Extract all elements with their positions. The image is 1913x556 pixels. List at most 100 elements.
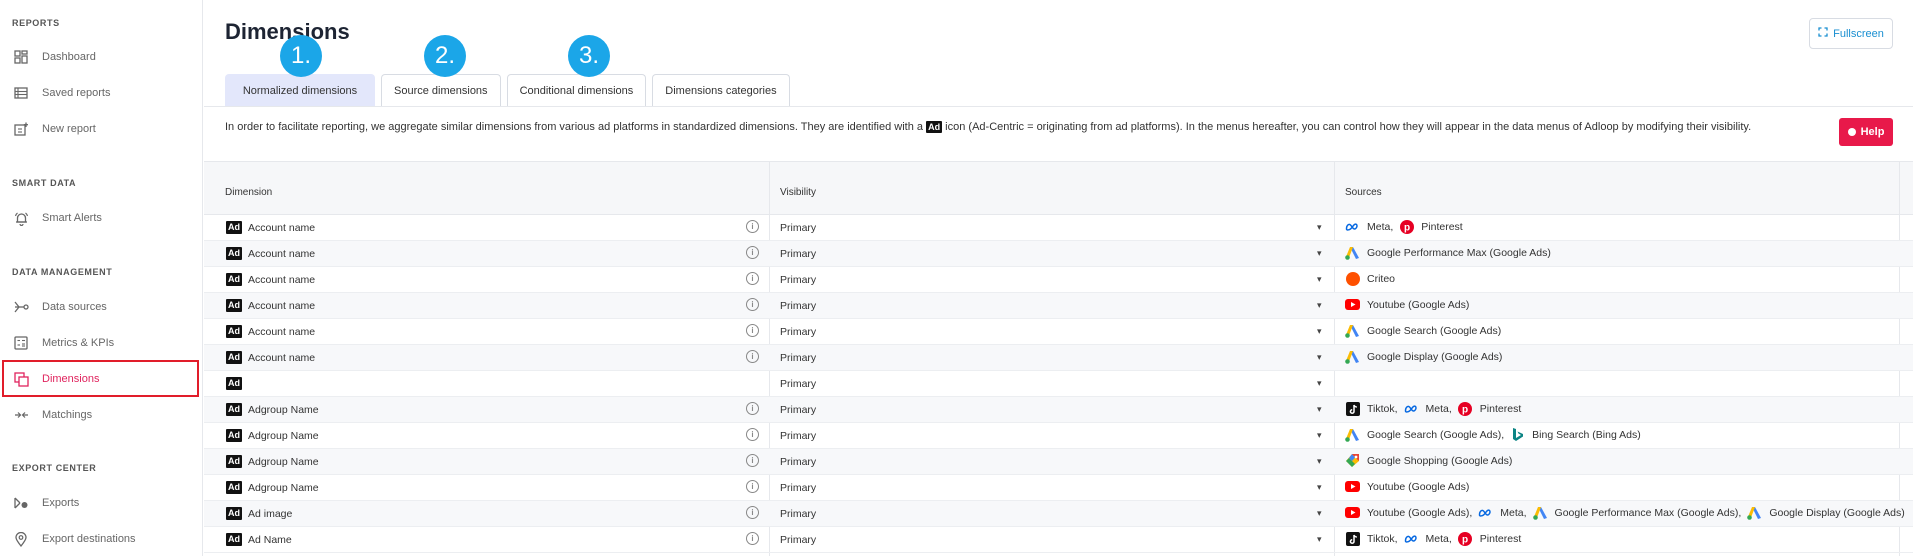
help-button[interactable]: Help (1839, 118, 1893, 146)
chevron-down-icon[interactable]: ▾ (1317, 404, 1322, 415)
visibility-select[interactable]: Primary (780, 404, 816, 416)
chevron-down-icon[interactable]: ▾ (1317, 274, 1322, 285)
source-label: Google Display (Google Ads) (1367, 350, 1503, 363)
sidebar-item-dashboard[interactable]: Dashboard (0, 42, 203, 72)
meta-icon (1478, 505, 1493, 520)
chevron-down-icon[interactable]: ▾ (1317, 456, 1322, 467)
source-item: p Pinterest (1458, 401, 1521, 416)
sidebar-item-label: Matchings (42, 409, 93, 421)
chevron-down-icon[interactable]: ▾ (1317, 300, 1322, 311)
section-title-smart-data: SMART DATA (12, 178, 77, 188)
column-header-sources: Sources (1345, 187, 1382, 198)
table-row: Ad Account name i Primary ▾ Youtube (Google A… (204, 293, 1913, 319)
info-text-after: icon (Ad-Centric = originating from ad p… (945, 121, 1752, 133)
source-label: Google Display (Google Ads) (1769, 506, 1905, 519)
chevron-down-icon[interactable]: ▾ (1317, 430, 1322, 441)
visibility-select[interactable]: Primary (780, 534, 816, 546)
tab-source-dimensions[interactable]: Source dimensions (381, 74, 501, 106)
table-row: Ad Adgroup Name i Primary ▾ Tiktok, Meta, p Pint… (204, 397, 1913, 423)
info-icon[interactable]: i (746, 532, 759, 545)
source-item: Google Display (Google Ads) (1345, 349, 1502, 364)
info-icon[interactable]: i (746, 298, 759, 311)
sources-list: Youtube (Google Ads) (1345, 479, 1475, 494)
visibility-select[interactable]: Primary (780, 430, 816, 442)
tab-dimensions-categories[interactable]: Dimensions categories (652, 74, 790, 106)
sidebar-item-label: Exports (42, 497, 80, 509)
visibility-select[interactable]: Primary (780, 456, 816, 468)
sources-list: Google Display (Google Ads) (1345, 349, 1508, 364)
dimension-name: Ad Name (248, 534, 292, 546)
sidebar-item-label: Smart Alerts (42, 212, 102, 224)
chevron-down-icon[interactable]: ▾ (1317, 248, 1322, 259)
visibility-select[interactable]: Primary (780, 274, 816, 286)
tab-conditional-dimensions[interactable]: Conditional dimensions (506, 74, 647, 106)
sidebar: REPORTS Dashboard Saved reports New repo… (0, 0, 203, 556)
table-row: Ad Adgroup Name i Primary ▾ Google Search (Go… (204, 423, 1913, 449)
source-label: Meta, (1367, 220, 1394, 233)
visibility-select[interactable]: Primary (780, 222, 816, 234)
meta-icon (1404, 531, 1419, 546)
visibility-select[interactable]: Primary (780, 378, 816, 390)
google-ads-icon (1345, 245, 1360, 260)
sidebar-item-matchings[interactable]: Matchings (0, 400, 203, 430)
visibility-select[interactable]: Primary (780, 248, 816, 260)
sources-list: Google Shopping (Google Ads) (1345, 453, 1518, 468)
main-content: Dimensions Fullscreen Normalized dimensi… (204, 0, 1913, 556)
source-item: Meta, (1404, 401, 1452, 416)
tab-normalized-dimensions[interactable]: Normalized dimensions (225, 74, 375, 106)
source-item: Youtube (Google Ads), (1345, 505, 1472, 520)
source-label: Tiktok, (1367, 532, 1398, 545)
info-icon[interactable]: i (746, 246, 759, 259)
sidebar-item-metrics-kpis[interactable]: Metrics & KPIs (0, 328, 203, 358)
calculator-icon (13, 335, 29, 351)
info-text: In order to facilitate reporting, we agg… (225, 119, 1835, 135)
info-icon[interactable]: i (746, 480, 759, 493)
chevron-down-icon[interactable]: ▾ (1317, 222, 1322, 233)
visibility-select[interactable]: Primary (780, 300, 816, 312)
info-icon[interactable]: i (746, 454, 759, 467)
source-label: Google Performance Max (Google Ads), (1554, 506, 1742, 519)
google-ads-icon (1532, 505, 1548, 520)
sidebar-item-exports[interactable]: Exports (0, 488, 203, 518)
table-row: Ad Account name i Primary ▾ Google Performanc… (204, 241, 1913, 267)
sidebar-item-new-report[interactable]: New report (0, 114, 203, 144)
chevron-down-icon[interactable]: ▾ (1317, 352, 1322, 363)
chevron-down-icon[interactable]: ▾ (1317, 508, 1322, 519)
sources-list: Google Search (Google Ads) (1345, 323, 1507, 338)
info-icon[interactable]: i (746, 324, 759, 337)
visibility-select[interactable]: Primary (780, 326, 816, 338)
chevron-down-icon[interactable]: ▾ (1317, 326, 1322, 337)
visibility-select[interactable]: Primary (780, 508, 816, 520)
info-icon[interactable]: i (746, 272, 759, 285)
info-icon[interactable]: i (746, 506, 759, 519)
ad-badge-icon: Ad (226, 377, 242, 390)
section-title-export-center: EXPORT CENTER (12, 463, 97, 473)
info-icon[interactable]: i (746, 220, 759, 233)
info-icon[interactable]: i (746, 428, 759, 441)
column-header-dimension: Dimension (225, 187, 273, 198)
info-icon[interactable]: i (746, 402, 759, 415)
source-label: Bing Search (Bing Ads) (1532, 428, 1641, 441)
sources-list: Tiktok, Meta, p Pinterest (1345, 531, 1527, 546)
sidebar-item-saved-reports[interactable]: Saved reports (0, 78, 203, 108)
sidebar-item-data-sources[interactable]: Data sources (0, 292, 203, 322)
source-label: Pinterest (1421, 220, 1463, 233)
sources-list: Meta, p Pinterest (1345, 219, 1469, 234)
fullscreen-label: Fullscreen (1833, 27, 1884, 40)
info-icon[interactable]: i (746, 350, 759, 363)
column-header-visibility: Visibility (780, 187, 816, 198)
svg-text:p: p (1404, 222, 1410, 233)
chevron-down-icon[interactable]: ▾ (1317, 378, 1322, 389)
sidebar-item-export-destinations[interactable]: Export destinations (0, 524, 203, 554)
location-pin-icon (13, 531, 29, 547)
visibility-select[interactable]: Primary (780, 352, 816, 364)
table-row: Ad Account name i Primary ▾ Google Display (G… (204, 345, 1913, 371)
chevron-down-icon[interactable]: ▾ (1317, 482, 1322, 493)
pinterest-icon: p (1458, 531, 1473, 546)
section-title-reports: REPORTS (12, 18, 60, 28)
visibility-select[interactable]: Primary (780, 482, 816, 494)
sidebar-item-smart-alerts[interactable]: Smart Alerts (0, 203, 203, 233)
chevron-down-icon[interactable]: ▾ (1317, 534, 1322, 545)
source-label: Google Search (Google Ads), (1367, 428, 1505, 441)
fullscreen-button[interactable]: Fullscreen (1809, 18, 1893, 49)
